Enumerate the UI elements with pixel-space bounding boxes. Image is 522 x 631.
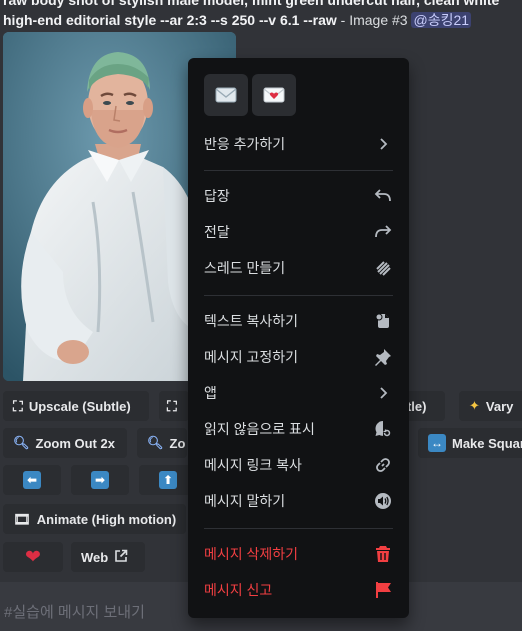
user-mention[interactable]: @송킹21 <box>411 12 472 28</box>
zoom-out-2x-button[interactable]: 🔍︎ Zoom Out 2x <box>3 428 127 458</box>
web-link-button[interactable]: Web <box>71 542 145 572</box>
pin-icon <box>373 347 393 367</box>
thread-icon <box>373 258 393 278</box>
film-frames-icon: 🎞︎ <box>13 510 31 527</box>
quick-reaction-envelope[interactable] <box>204 74 248 116</box>
prompt-text: high-end editorial style --ar 2:3 --s 25… <box>3 12 337 28</box>
menu-item-pin-message[interactable]: 메시지 고정하기 <box>196 340 401 374</box>
make-square-button[interactable]: ↔ Make Squar <box>418 428 522 458</box>
arrow-up-icon: ⬆ <box>159 471 177 489</box>
menu-divider <box>204 528 393 529</box>
menu-item-delete-message[interactable]: 메시지 삭제하기 <box>196 537 401 571</box>
expand-arrows-icon: ⛶ <box>13 397 23 414</box>
menu-item-speak-message[interactable]: 메시지 말하기 <box>196 484 401 518</box>
heart-letter-icon <box>263 87 285 103</box>
zoom-out-15x-button[interactable]: 🔍︎ Zo <box>137 428 187 458</box>
arrow-right-icon: ➡ <box>91 471 109 489</box>
prompt-separator: - <box>336 12 350 28</box>
menu-item-copy-link[interactable]: 메시지 링크 복사 <box>196 448 401 482</box>
envelope-icon <box>215 87 237 103</box>
chevron-right-icon <box>373 383 393 403</box>
animate-high-motion-button[interactable]: 🎞︎ Animate (High motion) <box>3 504 186 534</box>
flag-icon <box>373 580 393 600</box>
pan-left-button[interactable]: ⬅ <box>3 465 61 495</box>
arrow-left-icon: ⬅ <box>23 471 41 489</box>
message-prompt-top: raw body shot of stylish male model, min… <box>3 0 500 8</box>
copy-icon <box>373 311 393 331</box>
magnifier-icon: 🔍︎ <box>147 435 164 450</box>
quick-reaction-love-letter[interactable] <box>252 74 296 116</box>
reply-arrow-icon <box>373 186 393 206</box>
menu-divider <box>204 295 393 296</box>
menu-item-apps[interactable]: 앱 <box>196 376 401 410</box>
unread-bubble-icon <box>373 419 393 439</box>
menu-item-copy-text[interactable]: 텍스트 복사하기 <box>196 304 401 338</box>
menu-item-add-reaction[interactable]: 반응 추가하기 <box>196 127 401 161</box>
external-link-icon <box>114 549 128 566</box>
message-input-placeholder: #실습에 메시지 보내기 <box>4 604 145 621</box>
pan-right-button[interactable]: ➡ <box>71 465 129 495</box>
heart-icon: ❤ <box>25 546 41 568</box>
menu-item-mark-unread[interactable]: 읽지 않음으로 표시 <box>196 412 401 446</box>
magic-wand-icon: ✦ <box>469 398 480 413</box>
left-right-arrow-icon: ↔ <box>428 434 446 452</box>
upscale-subtle-button[interactable]: ⛶ Upscale (Subtle) <box>3 391 149 421</box>
expand-arrows-icon: ⛶ <box>167 397 177 414</box>
menu-item-reply[interactable]: 답장 <box>196 179 401 213</box>
upscale-creative-button[interactable]: ⛶ <box>159 391 189 421</box>
magnifier-icon: 🔍︎ <box>13 435 30 450</box>
trash-icon <box>373 544 393 564</box>
chevron-right-icon <box>373 134 393 154</box>
forward-arrow-icon <box>373 222 393 242</box>
link-icon <box>373 455 393 475</box>
like-button[interactable]: ❤ <box>3 542 63 572</box>
menu-item-forward[interactable]: 전달 <box>196 215 401 249</box>
message-context-menu: 반응 추가하기 답장 전달 스레드 만들기 텍스트 복사하기 메시지 고정하기 <box>188 58 409 618</box>
vary-button[interactable]: ✦ Vary <box>459 391 522 421</box>
menu-item-report-message[interactable]: 메시지 신고 <box>196 573 401 607</box>
menu-item-create-thread[interactable]: 스레드 만들기 <box>196 251 401 285</box>
speaker-bubble-icon <box>373 491 393 511</box>
menu-divider <box>204 170 393 171</box>
message-prompt-line: high-end editorial style --ar 2:3 --s 25… <box>3 10 522 30</box>
image-number-label: Image #3 <box>349 12 408 28</box>
